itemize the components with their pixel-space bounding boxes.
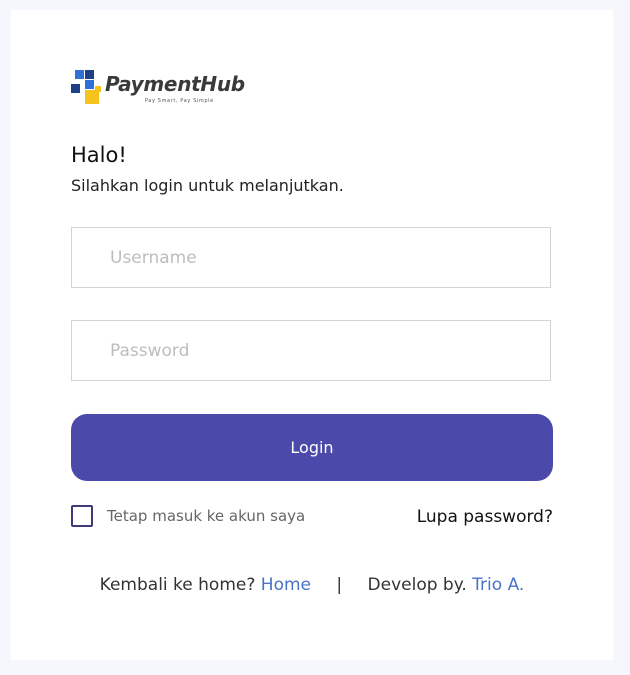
developer-link[interactable]: Trio A. (472, 575, 524, 595)
remember-me[interactable]: Tetap masuk ke akun saya (71, 504, 305, 528)
login-button[interactable]: Login (71, 414, 553, 481)
greeting-heading: Halo! (71, 143, 127, 167)
home-prefix-text: Kembali ke home? (99, 575, 256, 595)
footer-separator: | (336, 575, 343, 595)
developer-prefix-text: Develop by. (367, 575, 467, 595)
home-link[interactable]: Home (261, 575, 311, 595)
remember-me-checkbox[interactable] (71, 505, 93, 527)
brand-logo: PaymentHub Pay Smart, Pay Simple (71, 70, 271, 110)
brand-name: PaymentHub (105, 72, 245, 96)
password-input[interactable] (71, 320, 551, 381)
forgot-password-link[interactable]: Lupa password? (417, 507, 553, 527)
username-input[interactable] (71, 227, 551, 288)
paymenthub-logo-icon (71, 70, 101, 104)
footer: Kembali ke home? Home | Develop by. Trio… (11, 575, 613, 595)
remember-me-label: Tetap masuk ke akun saya (107, 507, 306, 525)
login-subtitle: Silahkan login untuk melanjutkan. (71, 176, 344, 195)
login-card: PaymentHub Pay Smart, Pay Simple Halo! S… (11, 10, 613, 660)
brand-tagline: Pay Smart, Pay Simple (145, 98, 214, 104)
